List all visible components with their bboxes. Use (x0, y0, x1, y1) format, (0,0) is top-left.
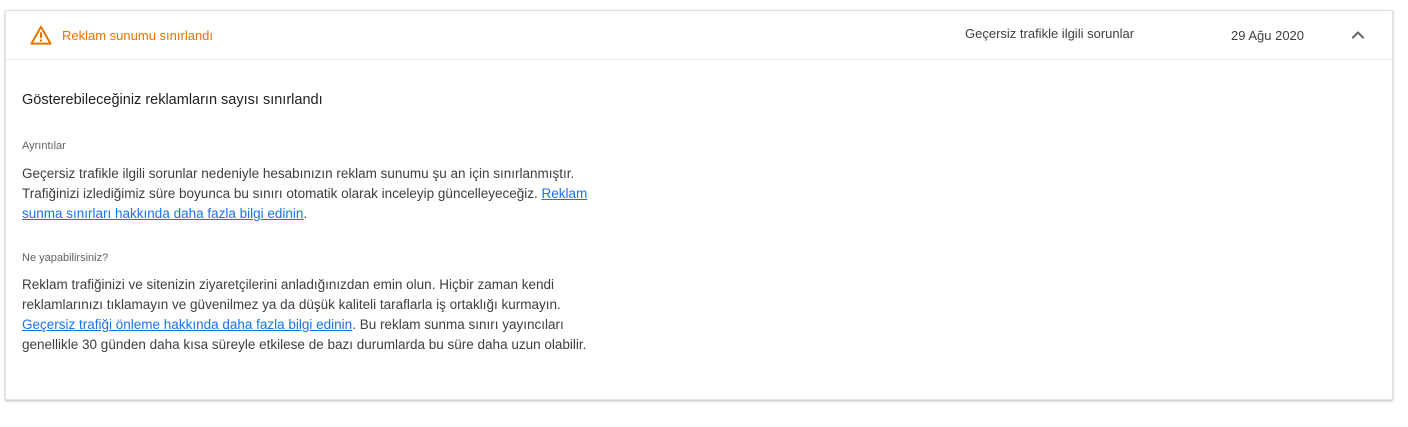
status-indicator: Reklam sunumu sınırlandı (30, 11, 213, 59)
details-text-end: . (303, 206, 308, 221)
ad-serving-limit-card: Reklam sunumu sınırlandı Geçersiz trafik… (5, 10, 1393, 400)
details-text: Geçersiz trafikle ilgili sorunlar nedeni… (22, 164, 592, 224)
invalid-traffic-prevention-link[interactable]: Geçersiz trafiği önleme hakkında daha fa… (22, 317, 352, 332)
actions-text-start: Reklam trafiğinizi ve sitenizin ziyaretç… (22, 277, 561, 312)
card-title: Gösterebileceğiniz reklamların sayısı sı… (22, 92, 323, 108)
details-text-start: Geçersiz trafikle ilgili sorunlar nedeni… (22, 166, 575, 201)
details-heading: Ayrıntılar (22, 140, 66, 152)
actions-text: Reklam trafiğinizi ve sitenizin ziyaretç… (22, 275, 592, 355)
card-header[interactable]: Reklam sunumu sınırlandı Geçersiz trafik… (6, 11, 1392, 60)
warning-triangle-icon (30, 25, 52, 45)
limit-reason: Geçersiz trafikle ilgili sorunlar (965, 26, 1135, 41)
actions-heading: Ne yapabilirsiniz? (22, 252, 109, 264)
status-label: Reklam sunumu sınırlandı (62, 27, 214, 43)
limit-date: 29 Ağu 2020 (1231, 28, 1305, 43)
chevron-up-icon[interactable] (1348, 25, 1368, 45)
